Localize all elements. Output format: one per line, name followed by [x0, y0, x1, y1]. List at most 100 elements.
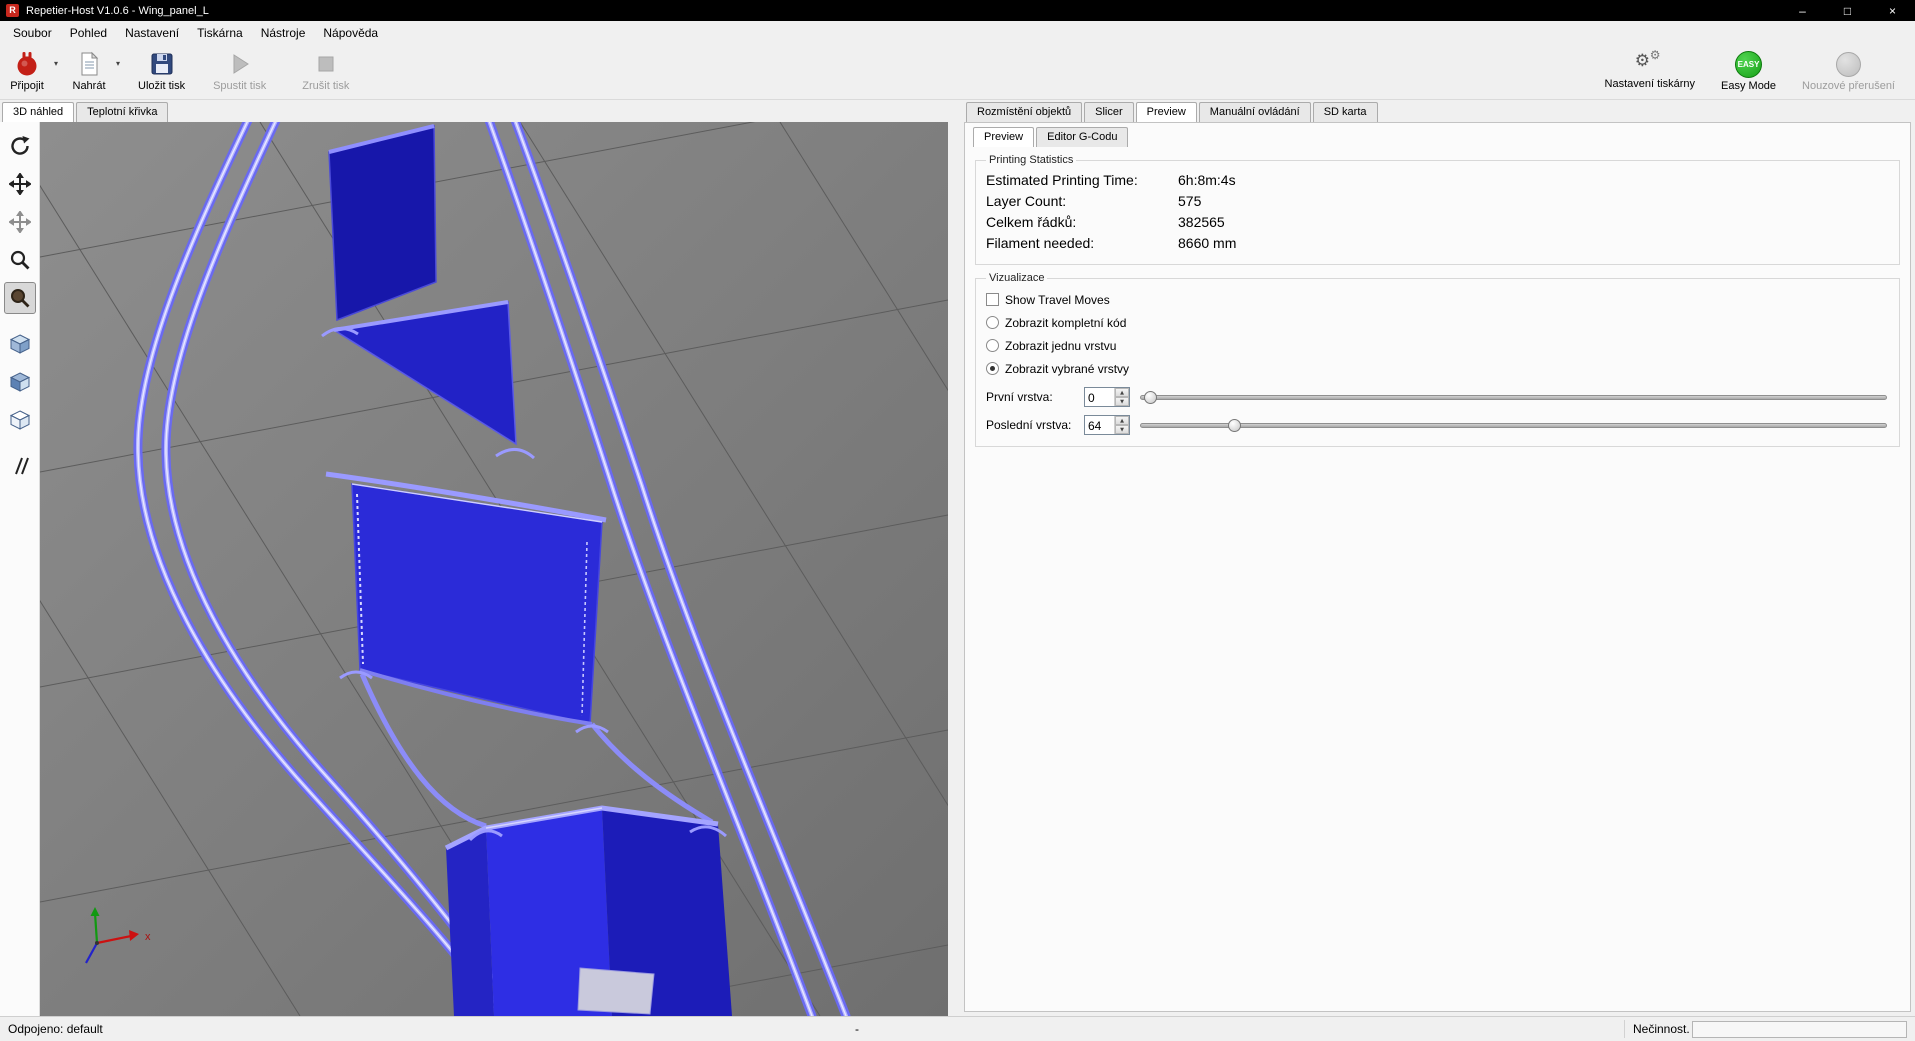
visualization-group: Vizualizace Show Travel Moves Zobrazit k…	[975, 272, 1900, 447]
menu-nastroje[interactable]: Nástroje	[252, 22, 315, 44]
tab-manual-control[interactable]: Manuální ovládání	[1199, 102, 1311, 122]
move-object-icon	[9, 211, 31, 233]
visualization-title: Vizualizace	[986, 272, 1047, 284]
slider-thumb[interactable]	[1144, 391, 1157, 404]
show-complete-code-label: Zobrazit kompletní kód	[1005, 316, 1126, 330]
stat-label: Celkem řádků:	[986, 212, 1178, 233]
connect-dropdown-icon[interactable]: ▾	[54, 45, 62, 68]
repetier-host-window: R Repetier-Host V1.0.6 - Wing_panel_L – …	[0, 0, 1915, 1041]
stat-label: Filament needed:	[986, 233, 1178, 254]
view-top-button[interactable]	[4, 404, 36, 436]
preview-page: Preview Editor G-Codu Printing Statistic…	[964, 122, 1911, 1012]
stat-value: 8660 mm	[1178, 233, 1236, 254]
spinner-up-icon[interactable]: ▲	[1115, 388, 1129, 397]
zoom-object-button[interactable]	[4, 282, 36, 314]
first-layer-value[interactable]: 0	[1085, 388, 1114, 406]
minimize-button[interactable]: –	[1780, 0, 1825, 21]
stat-row-time: Estimated Printing Time: 6h:8m:4s	[986, 170, 1889, 191]
last-layer-value[interactable]: 64	[1085, 416, 1114, 434]
load-dropdown-icon[interactable]: ▾	[116, 45, 124, 68]
cube-front-icon	[9, 371, 31, 393]
cube-isometric-icon	[9, 333, 31, 355]
spinner-down-icon[interactable]: ▼	[1115, 397, 1129, 406]
tab-3d-view[interactable]: 3D náhled	[2, 102, 74, 122]
show-layer-range-radio[interactable]	[986, 362, 999, 375]
slider-track[interactable]	[1140, 423, 1887, 428]
subtab-gcode-editor[interactable]: Editor G-Codu	[1036, 127, 1128, 147]
stat-label: Estimated Printing Time:	[986, 170, 1178, 191]
menu-pohled[interactable]: Pohled	[61, 22, 116, 44]
parallel-lines-icon	[9, 455, 31, 477]
zoom-view-button[interactable]	[4, 244, 36, 276]
first-layer-label: První vrstva:	[986, 390, 1084, 404]
show-complete-code-row: Zobrazit kompletní kód	[986, 311, 1889, 334]
axis-x-label: x	[145, 931, 151, 943]
show-complete-code-radio[interactable]	[986, 316, 999, 329]
cancel-print-button: Zrušit tisk	[296, 45, 355, 92]
first-layer-slider[interactable]	[1140, 387, 1887, 407]
app-icon[interactable]: R	[6, 4, 19, 17]
move-view-button[interactable]	[4, 168, 36, 200]
connect-button[interactable]: Připojit	[0, 45, 54, 92]
last-layer-slider[interactable]	[1140, 415, 1887, 435]
first-layer-row: První vrstva: 0 ▲ ▼	[986, 386, 1889, 408]
tab-object-placement[interactable]: Rozmístění objektů	[966, 102, 1082, 122]
view-isometric-button[interactable]	[4, 328, 36, 360]
panel-splitter[interactable]	[948, 100, 964, 1016]
stat-row-lines: Celkem řádků: 382565	[986, 212, 1889, 233]
titlebar: R Repetier-Host V1.0.6 - Wing_panel_L – …	[0, 0, 1915, 21]
stat-value: 382565	[1178, 212, 1225, 233]
show-single-layer-row: Zobrazit jednu vrstvu	[986, 334, 1889, 357]
toggle-perspective-button[interactable]	[4, 450, 36, 482]
rotate-view-button[interactable]	[4, 130, 36, 162]
print-progress-bar	[1692, 1021, 1907, 1038]
view-tab-strip: 3D náhled Teplotní křivka	[0, 100, 948, 122]
close-button[interactable]: ×	[1870, 0, 1915, 21]
connection-status: Odpojeno: default	[8, 1022, 103, 1036]
statusbar: Odpojeno: default - Nečinnost.	[0, 1016, 1915, 1041]
last-layer-label: Poslední vrstva:	[986, 418, 1084, 432]
show-layer-range-row: Zobrazit vybrané vrstvy	[986, 357, 1889, 380]
menu-tiskarna[interactable]: Tiskárna	[188, 22, 252, 44]
save-print-button[interactable]: Uložit tisk	[132, 45, 191, 92]
stat-value: 6h:8m:4s	[1178, 170, 1236, 191]
menu-soubor[interactable]: Soubor	[4, 22, 61, 44]
load-button[interactable]: Nahrát	[62, 45, 116, 92]
stop-icon	[315, 49, 337, 79]
menu-napoveda[interactable]: Nápověda	[314, 22, 387, 44]
last-layer-spinner[interactable]: 64 ▲ ▼	[1084, 415, 1130, 435]
printing-statistics-group: Printing Statistics Estimated Printing T…	[975, 154, 1900, 265]
move-object-button[interactable]	[4, 206, 36, 238]
slider-thumb[interactable]	[1228, 419, 1241, 432]
3d-viewport[interactable]: x	[40, 122, 948, 1016]
activity-status: Nečinnost.	[1633, 1022, 1690, 1036]
tab-temperature-curve[interactable]: Teplotní křivka	[76, 102, 168, 122]
printer-settings-button[interactable]: ⚙ ⚙ Nastavení tiskárny	[1599, 45, 1701, 92]
easy-mode-label: Easy Mode	[1721, 80, 1776, 92]
cancel-print-label: Zrušit tisk	[302, 80, 349, 92]
tab-sd-card[interactable]: SD karta	[1313, 102, 1378, 122]
emergency-stop-icon	[1836, 49, 1861, 79]
slider-track[interactable]	[1140, 395, 1887, 400]
maximize-button[interactable]: □	[1825, 0, 1870, 21]
start-print-label: Spustit tisk	[213, 80, 266, 92]
view-front-button[interactable]	[4, 366, 36, 398]
menu-nastaveni[interactable]: Nastavení	[116, 22, 188, 44]
show-travel-moves-checkbox[interactable]	[986, 293, 999, 306]
show-single-layer-radio[interactable]	[986, 339, 999, 352]
tab-preview[interactable]: Preview	[1136, 102, 1197, 122]
connect-label: Připojit	[10, 80, 44, 92]
tab-slicer[interactable]: Slicer	[1084, 102, 1134, 122]
easy-mode-button[interactable]: EASY Easy Mode	[1715, 45, 1782, 92]
easy-badge-icon: EASY	[1735, 49, 1762, 79]
right-panel: Rozmístění objektů Slicer Preview Manuál…	[964, 100, 1915, 1016]
emergency-stop-label: Nouzové přerušení	[1802, 80, 1895, 92]
spinner-down-icon[interactable]: ▼	[1115, 425, 1129, 434]
right-tab-strip: Rozmístění objektů Slicer Preview Manuál…	[964, 100, 1915, 122]
subtab-preview[interactable]: Preview	[973, 127, 1034, 147]
magnifier-object-icon	[9, 287, 31, 309]
cube-top-icon	[9, 409, 31, 431]
spinner-up-icon[interactable]: ▲	[1115, 416, 1129, 425]
window-controls: – □ ×	[1780, 0, 1915, 21]
first-layer-spinner[interactable]: 0 ▲ ▼	[1084, 387, 1130, 407]
